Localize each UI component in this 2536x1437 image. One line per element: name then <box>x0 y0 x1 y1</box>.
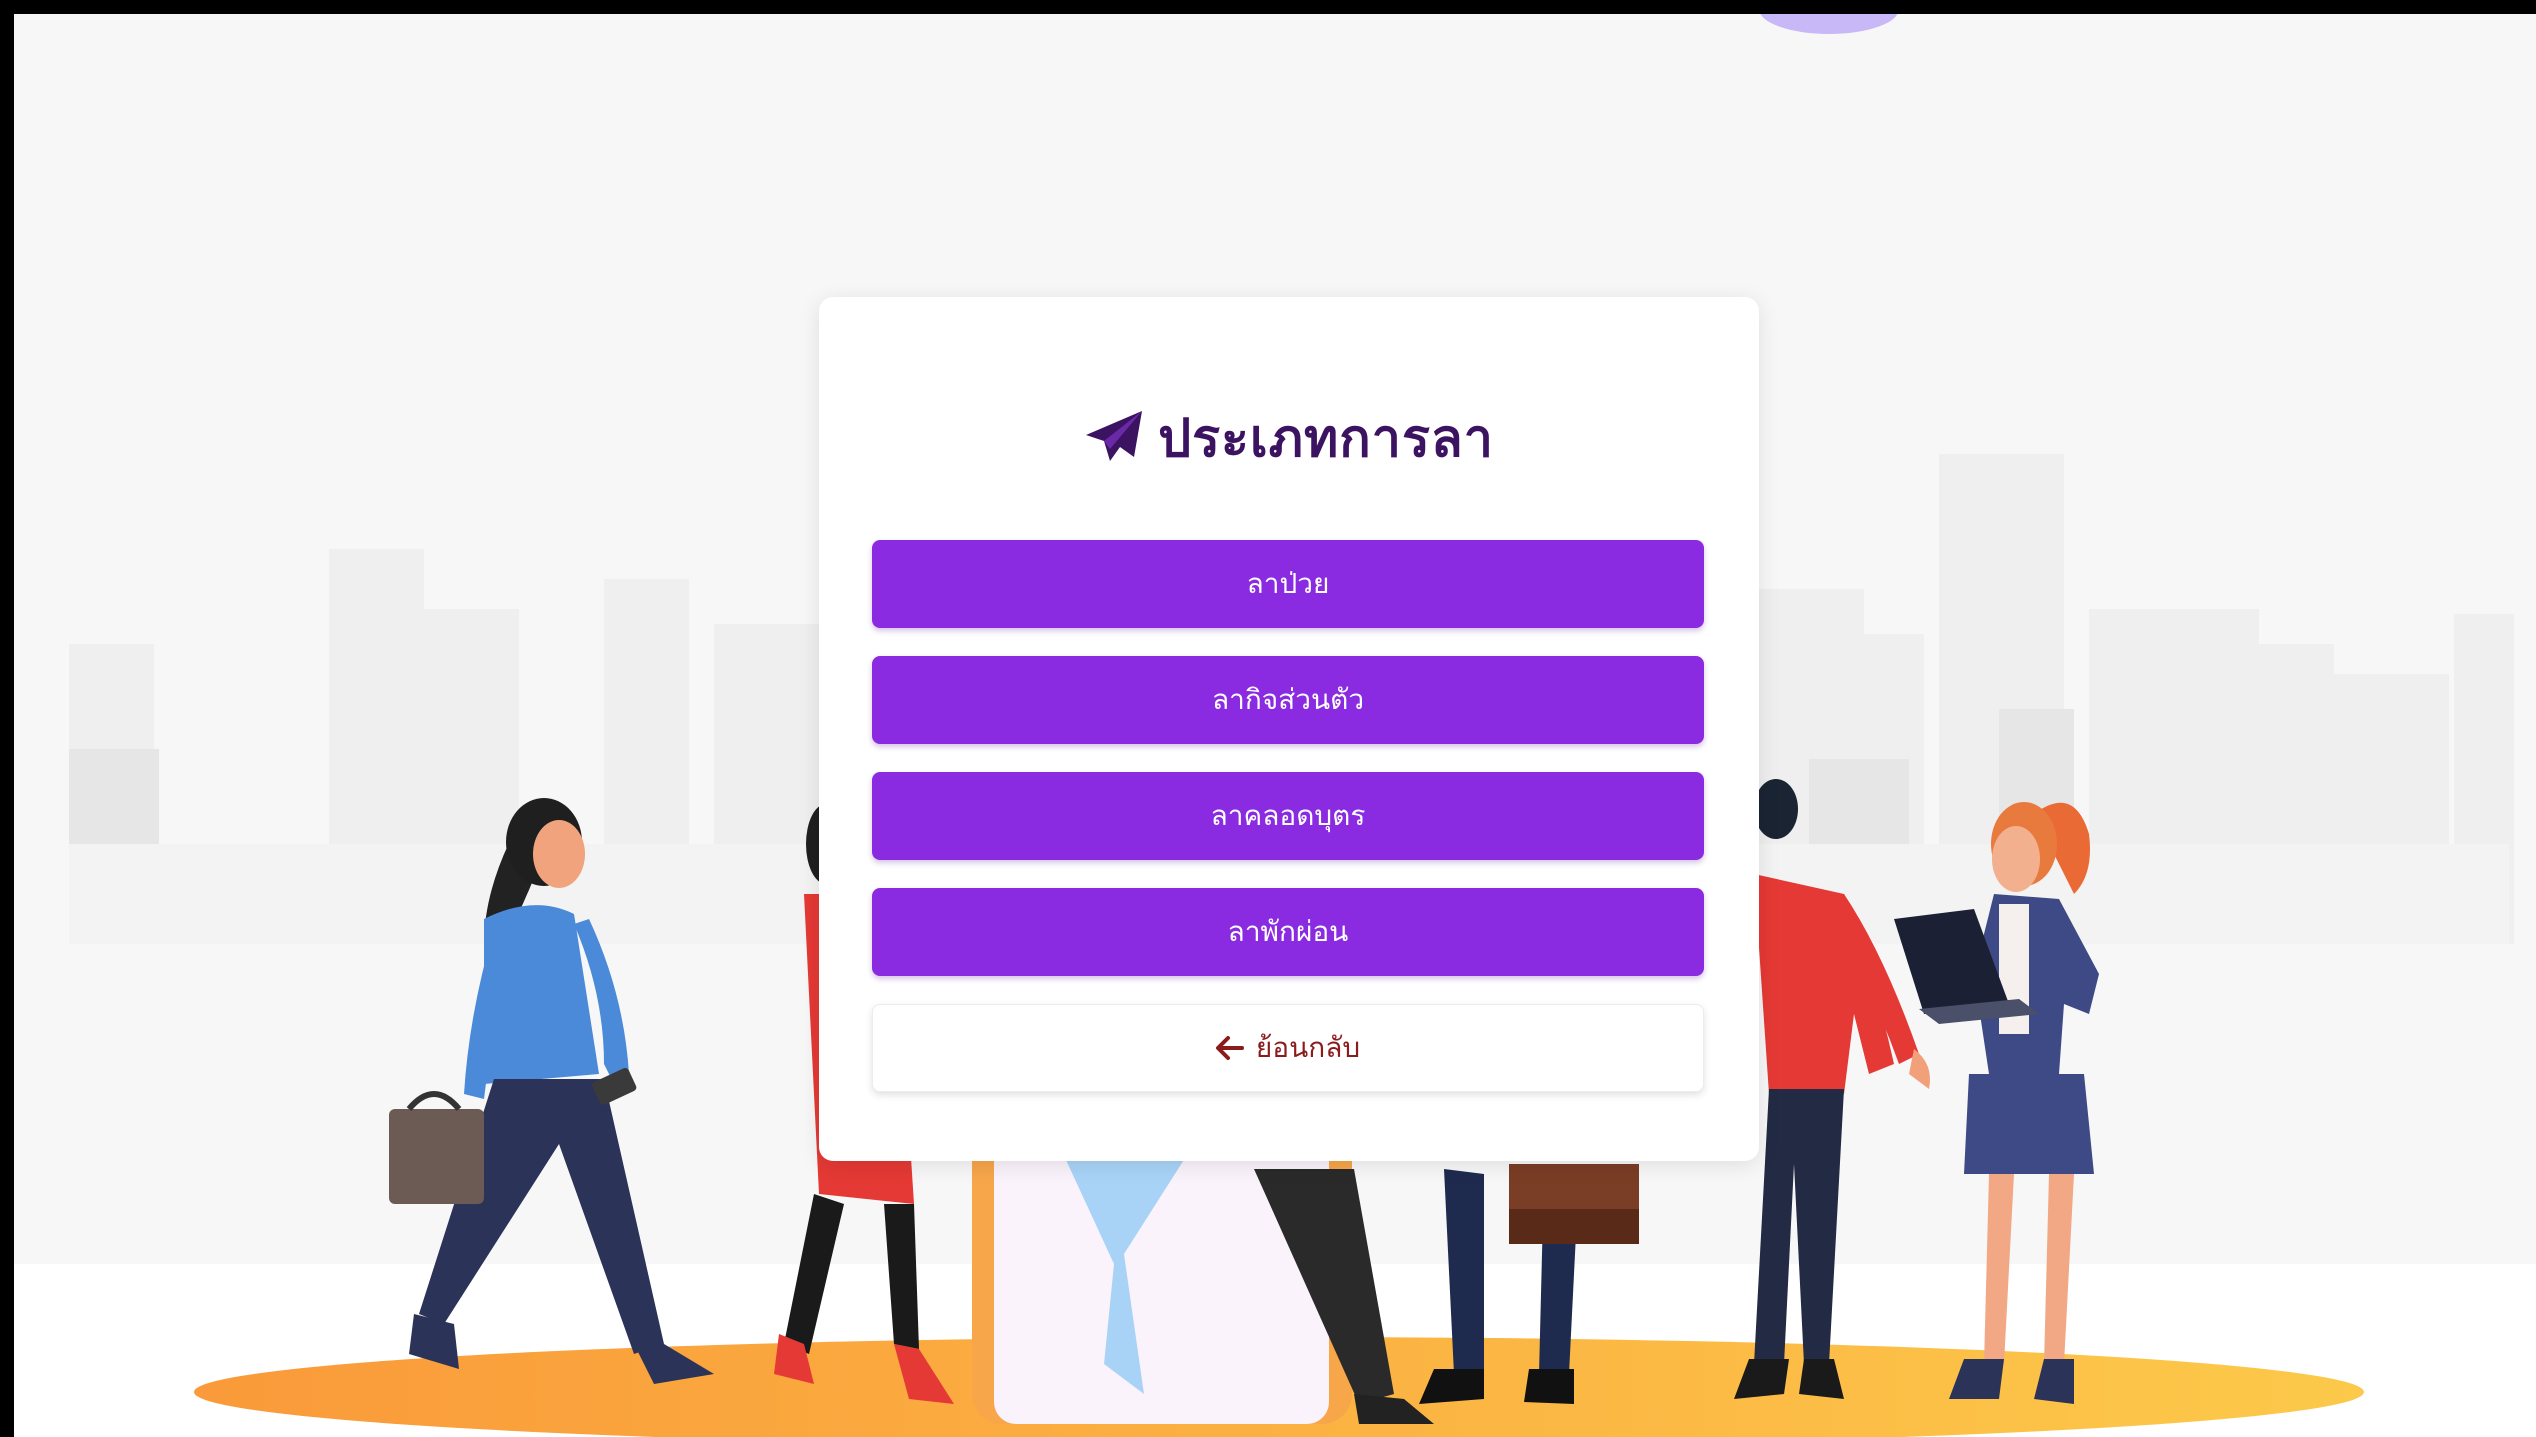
leave-type-card: ประเภทการลา ลาป่วย ลากิจส่วนตัว ลาคลอดบุ… <box>819 297 1759 1161</box>
vacation-leave-button[interactable]: ลาพักผ่อน <box>872 888 1704 976</box>
personal-leave-button[interactable]: ลากิจส่วนตัว <box>872 656 1704 744</box>
personal-leave-label: ลากิจส่วนตัว <box>1211 683 1365 716</box>
card-header: ประเภทการลา <box>819 402 1759 472</box>
page-title: ประเภทการลา <box>1158 408 1494 469</box>
arrow-left-icon <box>1215 1036 1244 1060</box>
back-button[interactable]: ย้อนกลับ <box>872 1004 1704 1092</box>
back-label: ย้อนกลับ <box>1255 1031 1361 1064</box>
paper-plane-icon <box>1084 409 1144 465</box>
sick-leave-button[interactable]: ลาป่วย <box>872 540 1704 628</box>
vacation-leave-label: ลาพักผ่อน <box>1227 915 1349 948</box>
sick-leave-label: ลาป่วย <box>1246 567 1330 600</box>
maternity-leave-label: ลาคลอดบุตร <box>1210 799 1366 832</box>
app-window: ประเภทการลา ลาป่วย ลากิจส่วนตัว ลาคลอดบุ… <box>14 14 2536 1437</box>
maternity-leave-button[interactable]: ลาคลอดบุตร <box>872 772 1704 860</box>
